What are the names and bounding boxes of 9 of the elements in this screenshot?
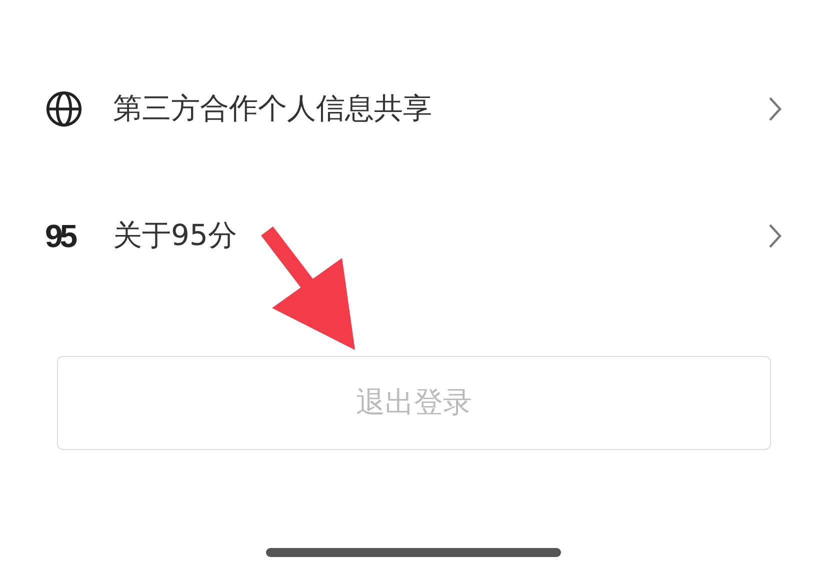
- menu-label: 第三方合作个人信息共享: [113, 90, 433, 126]
- chevron-right-icon: [768, 96, 782, 122]
- home-indicator[interactable]: [266, 548, 561, 557]
- menu-item[interactable]: 第三方合作个人信息共享: [0, 45, 828, 172]
- globe-icon: [45, 90, 83, 128]
- chevron-right-icon: [768, 222, 782, 248]
- menu-label: 关于95分: [113, 216, 238, 254]
- menu-item[interactable]: 95 关于95分: [0, 172, 828, 299]
- logo-icon: 95: [45, 220, 83, 252]
